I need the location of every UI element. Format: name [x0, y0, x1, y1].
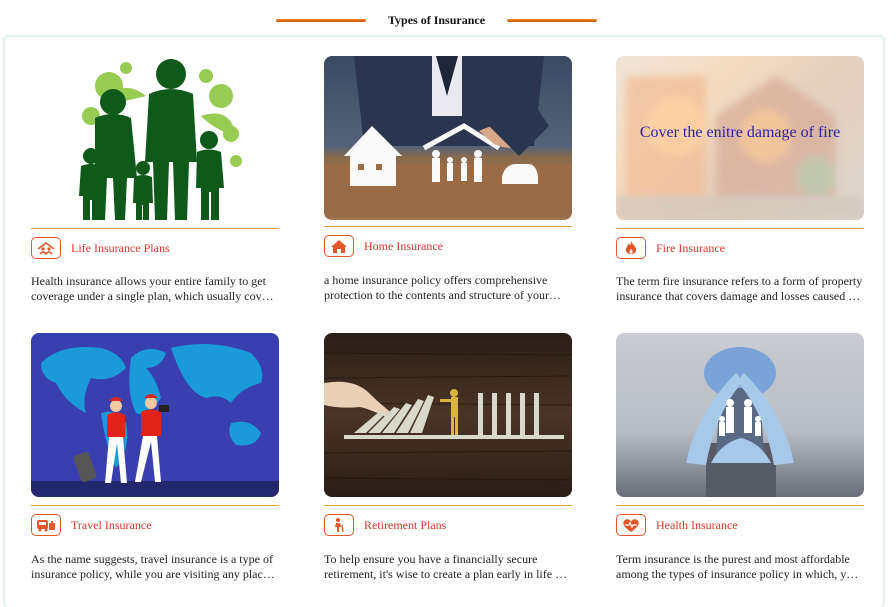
card-divider: [616, 228, 864, 229]
card-divider: [324, 505, 572, 506]
card-divider: [31, 228, 279, 229]
card-image-dominoes[interactable]: [324, 333, 572, 497]
family-shield-icon: [31, 237, 61, 259]
section-header: Types of Insurance: [0, 0, 896, 40]
card-title[interactable]: Home Insurance: [364, 239, 443, 254]
card-image-home-protection[interactable]: [324, 56, 572, 220]
card-description: To help ensure you have a financially se…: [324, 552, 568, 581]
card-image-family[interactable]: [31, 56, 279, 220]
heart-pulse-icon: [616, 514, 646, 536]
card-title[interactable]: Retirement Plans: [364, 518, 446, 533]
fire-overlay-text: Cover the enitre damage of fire: [639, 124, 841, 141]
card-divider: [616, 505, 864, 506]
card-divider: [324, 226, 572, 227]
card-description: The term fire insurance refers to a form…: [616, 274, 863, 303]
card-divider: [31, 505, 279, 506]
card-description: Health insurance allows your entire fami…: [31, 274, 274, 303]
card-image-fire[interactable]: Cover the enitre damage of fire: [616, 56, 864, 220]
card-description: Term insurance is the purest and most af…: [616, 552, 859, 581]
bus-luggage-icon: [31, 514, 61, 536]
card-image-doctor-hands[interactable]: [616, 333, 864, 497]
card-description: a home insurance policy offers comprehen…: [324, 273, 561, 302]
elderly-person-icon: [324, 514, 354, 536]
header-line-left: [276, 19, 366, 22]
card-description: As the name suggests, travel insurance i…: [31, 552, 275, 581]
card-image-travelers[interactable]: [31, 333, 279, 497]
house-icon: [324, 235, 354, 257]
header-line-right: [507, 19, 597, 22]
section-title: Types of Insurance: [387, 13, 486, 27]
card-title[interactable]: Fire Insurance: [656, 241, 725, 256]
card-title[interactable]: Travel Insurance: [71, 518, 152, 533]
card-title[interactable]: Health Insurance: [656, 518, 738, 533]
flame-icon: [616, 237, 646, 259]
card-title[interactable]: Life Insurance Plans: [71, 241, 170, 256]
